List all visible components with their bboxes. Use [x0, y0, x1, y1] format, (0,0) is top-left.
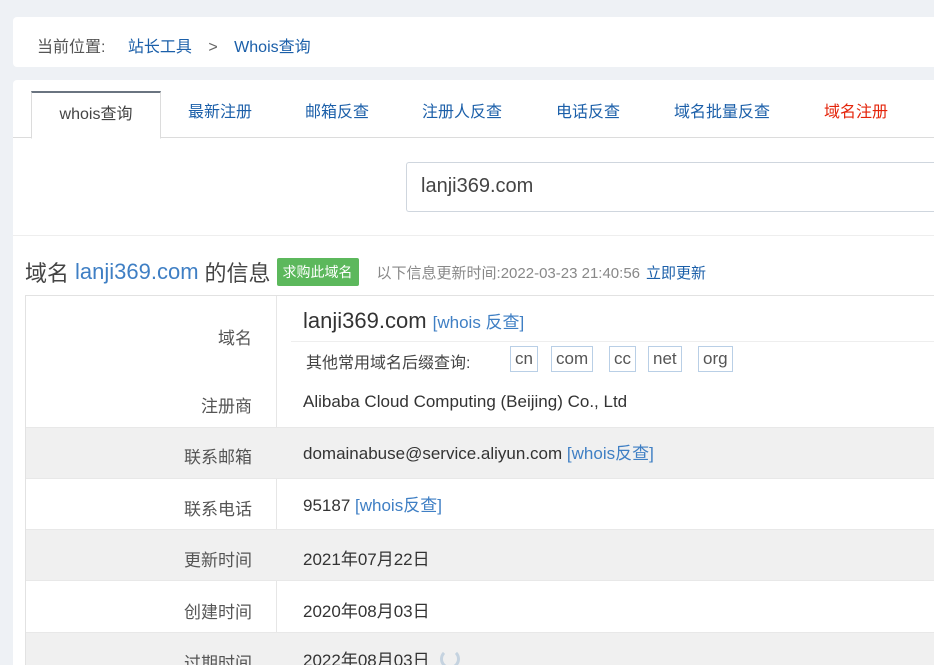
- label-updated: 更新时间: [184, 551, 252, 570]
- tab-batch-reverse[interactable]: 域名批量反查: [674, 91, 770, 138]
- domain-search-input[interactable]: lanji369.com: [406, 162, 934, 212]
- label-email: 联系邮箱: [184, 448, 252, 467]
- updated-value: 2021年07月22日: [303, 550, 430, 569]
- table-row-expires: 过期时间 2022年08月03日: [26, 633, 934, 665]
- email-whois-reverse-link[interactable]: [whois反查]: [567, 444, 654, 463]
- column-divider: [276, 479, 277, 529]
- breadcrumb: 当前位置: 站长工具 > Whois查询: [37, 33, 311, 57]
- label-phone: 联系电话: [184, 500, 252, 519]
- info-title-domain: lanji369.com: [75, 259, 199, 284]
- phone-whois-reverse-link[interactable]: [whois反查]: [355, 496, 442, 515]
- label-domain: 域名: [218, 329, 252, 348]
- info-title-prefix: 域名: [25, 261, 70, 286]
- suffix-tag-cc[interactable]: cc: [609, 346, 636, 372]
- breadcrumb-link-tools[interactable]: 站长工具: [128, 39, 192, 56]
- expires-text: 2022年08月03日: [303, 651, 430, 665]
- breadcrumb-bar: 当前位置: 站长工具 > Whois查询: [13, 17, 934, 67]
- whois-info-table: 域名 注册商 lanji369.com [whois 反查] 其他常用域名后缀查…: [25, 295, 934, 665]
- column-divider: [276, 581, 277, 632]
- divider: [13, 235, 934, 236]
- registrar-value: Alibaba Cloud Computing (Beijing) Co., L…: [303, 392, 628, 411]
- suffix-tag-com[interactable]: com: [551, 346, 594, 372]
- breadcrumb-separator: >: [208, 39, 218, 56]
- loading-spinner-icon: [440, 649, 461, 665]
- table-row-domain: 域名 注册商 lanji369.com [whois 反查] 其他常用域名后缀查…: [26, 296, 934, 428]
- buy-domain-button[interactable]: 求购此域名: [276, 258, 359, 286]
- info-title-suffix: 的信息: [204, 261, 271, 286]
- suffix-query-label: 其他常用域名后缀查询:: [306, 355, 471, 372]
- update-time-text: 以下信息更新时间:2022-03-23 21:40:56: [376, 264, 640, 282]
- domain-value: lanji369.com [whois 反查]: [303, 308, 524, 334]
- phone-text: 95187: [303, 496, 351, 515]
- email-text: domainabuse@service.aliyun.com: [303, 444, 563, 463]
- breadcrumb-link-whois[interactable]: Whois查询: [234, 39, 310, 56]
- suffix-tag-cn[interactable]: cn: [510, 346, 538, 372]
- tab-bar: whois查询 最新注册 邮箱反查 注册人反查 电话反查 域名批量反查 域名注册: [13, 91, 934, 139]
- table-row-email: 联系邮箱 domainabuse@service.aliyun.com [who…: [26, 428, 934, 479]
- whois-panel: whois查询 最新注册 邮箱反查 注册人反查 电话反查 域名批量反查 域名注册…: [13, 80, 934, 665]
- suffix-tag-net[interactable]: net: [648, 346, 682, 372]
- email-value: domainabuse@service.aliyun.com [whois反查]: [303, 439, 654, 464]
- created-value: 2020年08月03日: [303, 602, 430, 621]
- tab-whois[interactable]: whois查询: [31, 91, 161, 139]
- suffix-tag-org[interactable]: org: [698, 346, 733, 372]
- table-row-updated: 更新时间 2021年07月22日: [26, 530, 934, 581]
- label-created: 创建时间: [184, 603, 252, 622]
- tab-domain-register[interactable]: 域名注册: [824, 91, 888, 138]
- expires-value: 2022年08月03日: [303, 646, 461, 665]
- suffix-divider: [291, 341, 934, 342]
- table-row-created: 创建时间 2020年08月03日: [26, 581, 934, 633]
- tab-latest-register[interactable]: 最新注册: [188, 91, 252, 138]
- tab-email-reverse[interactable]: 邮箱反查: [305, 91, 369, 138]
- domain-name: lanji369.com: [303, 308, 427, 333]
- tab-registrant-reverse[interactable]: 注册人反查: [422, 91, 502, 138]
- tab-phone-reverse[interactable]: 电话反查: [556, 91, 620, 138]
- label-expires: 过期时间: [184, 654, 252, 665]
- label-registrar: 注册商: [201, 397, 252, 416]
- info-heading: 域名 lanji369.com 的信息 求购此域名 以下信息更新时间:2022-…: [25, 256, 706, 288]
- breadcrumb-prefix: 当前位置:: [37, 39, 106, 56]
- table-row-phone: 联系电话 95187 [whois反查]: [26, 479, 934, 530]
- refresh-now-link[interactable]: 立即更新: [646, 262, 706, 283]
- column-divider: [276, 296, 277, 427]
- phone-value: 95187 [whois反查]: [303, 491, 442, 516]
- whois-reverse-link[interactable]: [whois 反查]: [433, 313, 525, 332]
